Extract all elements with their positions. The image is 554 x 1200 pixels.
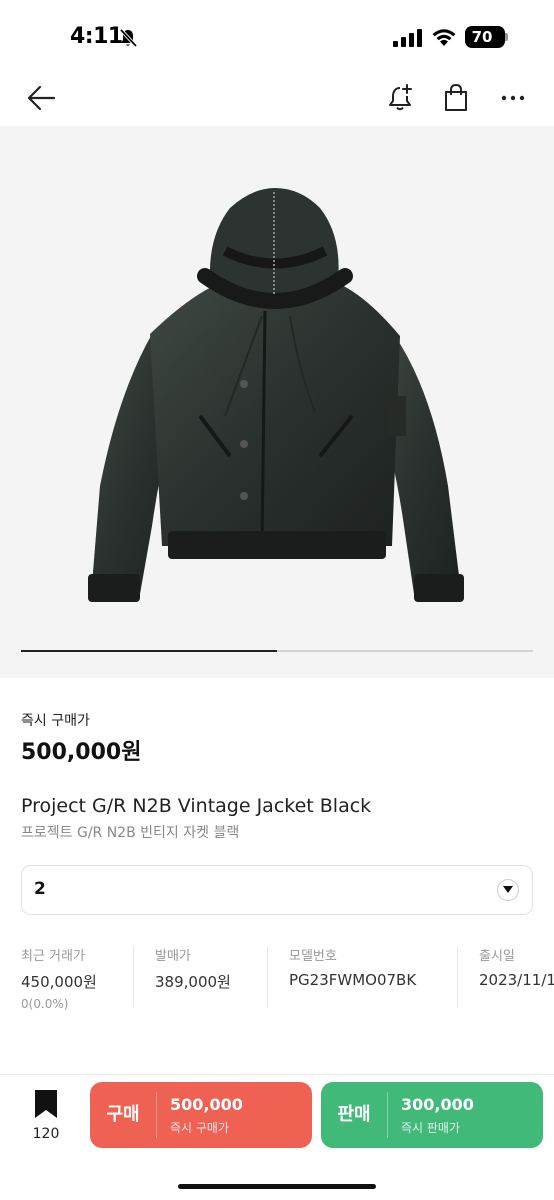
- buy-separator: [156, 1092, 157, 1138]
- caret-down-icon: [503, 886, 513, 893]
- bookmark-icon: [35, 1090, 57, 1118]
- bottom-action-bar: 120 구매 500,000 즉시 구매가 판매 300,000 즉시 판매가: [0, 1074, 554, 1200]
- back-arrow-icon: [27, 85, 56, 111]
- recent-trade-value: 450,000원: [21, 973, 97, 991]
- model-number-info: 모델번호 PG23FWMO07BK: [289, 945, 416, 1009]
- info-divider: [133, 947, 134, 1007]
- recent-trade-info: 최근 거래가 450,000원 0(0.0%): [21, 945, 97, 1011]
- carousel-progress-fill: [21, 650, 277, 652]
- home-indicator: [178, 1184, 376, 1189]
- carousel-progress-track: [21, 650, 533, 652]
- status-bar: 4:11 70: [0, 0, 554, 70]
- bookmark-count: 120: [32, 1126, 60, 1142]
- info-divider: [457, 947, 458, 1007]
- size-select[interactable]: 2: [21, 865, 533, 915]
- bookmark-button[interactable]: 120: [20, 1089, 72, 1153]
- sell-separator: [387, 1092, 388, 1138]
- bell-slash-icon: [119, 28, 138, 48]
- more-options-button[interactable]: [493, 78, 533, 118]
- sell-sub-label: 즉시 판매가: [401, 1121, 461, 1135]
- buy-button[interactable]: 구매 500,000 즉시 구매가: [90, 1082, 312, 1148]
- recent-trade-label: 최근 거래가: [21, 949, 85, 964]
- notification-add-button[interactable]: [380, 78, 420, 118]
- product-title-en: Project G/R N2B Vintage Jacket Black: [21, 795, 372, 817]
- release-price-label: 발매가: [155, 949, 191, 964]
- sell-price: 300,000: [401, 1095, 474, 1114]
- more-dots-icon: [501, 95, 525, 101]
- battery-tip: [505, 33, 508, 41]
- back-button[interactable]: [21, 78, 61, 118]
- model-number-value: PG23FWMO07BK: [289, 971, 417, 989]
- bell-plus-icon: [389, 84, 412, 111]
- size-selected-value: 2: [34, 879, 46, 899]
- battery-level: 70: [471, 28, 493, 46]
- product-image-carousel[interactable]: [0, 126, 554, 678]
- buy-label: 구매: [106, 1104, 140, 1125]
- product-title-ko: 프로젝트 G/R N2B 빈티지 자켓 블랙: [21, 825, 240, 841]
- sell-button[interactable]: 판매 300,000 즉시 판매가: [321, 1082, 543, 1148]
- buy-sub-label: 즉시 구매가: [170, 1121, 230, 1135]
- release-date-info: 출시일 2023/11/1: [479, 945, 554, 1009]
- release-price-info: 발매가 389,000원: [155, 945, 231, 1009]
- buy-price: 500,000: [170, 1095, 243, 1114]
- recent-trade-change: 0(0.0%): [21, 997, 69, 1011]
- release-date-value: 2023/11/1: [479, 971, 554, 989]
- model-number-label: 모델번호: [289, 949, 337, 964]
- cart-button[interactable]: [436, 78, 476, 118]
- signal-icon: [393, 29, 422, 47]
- release-date-label: 출시일: [479, 949, 515, 964]
- instant-buy-price: 500,000원: [21, 740, 142, 765]
- info-divider: [267, 947, 268, 1007]
- wifi-icon: [432, 29, 456, 46]
- status-time: 4:11: [70, 24, 123, 49]
- product-jacket-image: [88, 188, 464, 602]
- top-nav: [0, 70, 554, 126]
- sell-label: 판매: [337, 1104, 371, 1125]
- instant-buy-price-label: 즉시 구매가: [21, 713, 90, 729]
- release-price-value: 389,000원: [155, 973, 231, 991]
- dropdown-toggle[interactable]: [497, 879, 519, 901]
- shopping-bag-icon: [445, 83, 467, 111]
- product-info-row: 최근 거래가 450,000원 0(0.0%) 발매가 389,000원 모델번…: [0, 945, 554, 1011]
- battery-indicator: 70: [465, 26, 505, 48]
